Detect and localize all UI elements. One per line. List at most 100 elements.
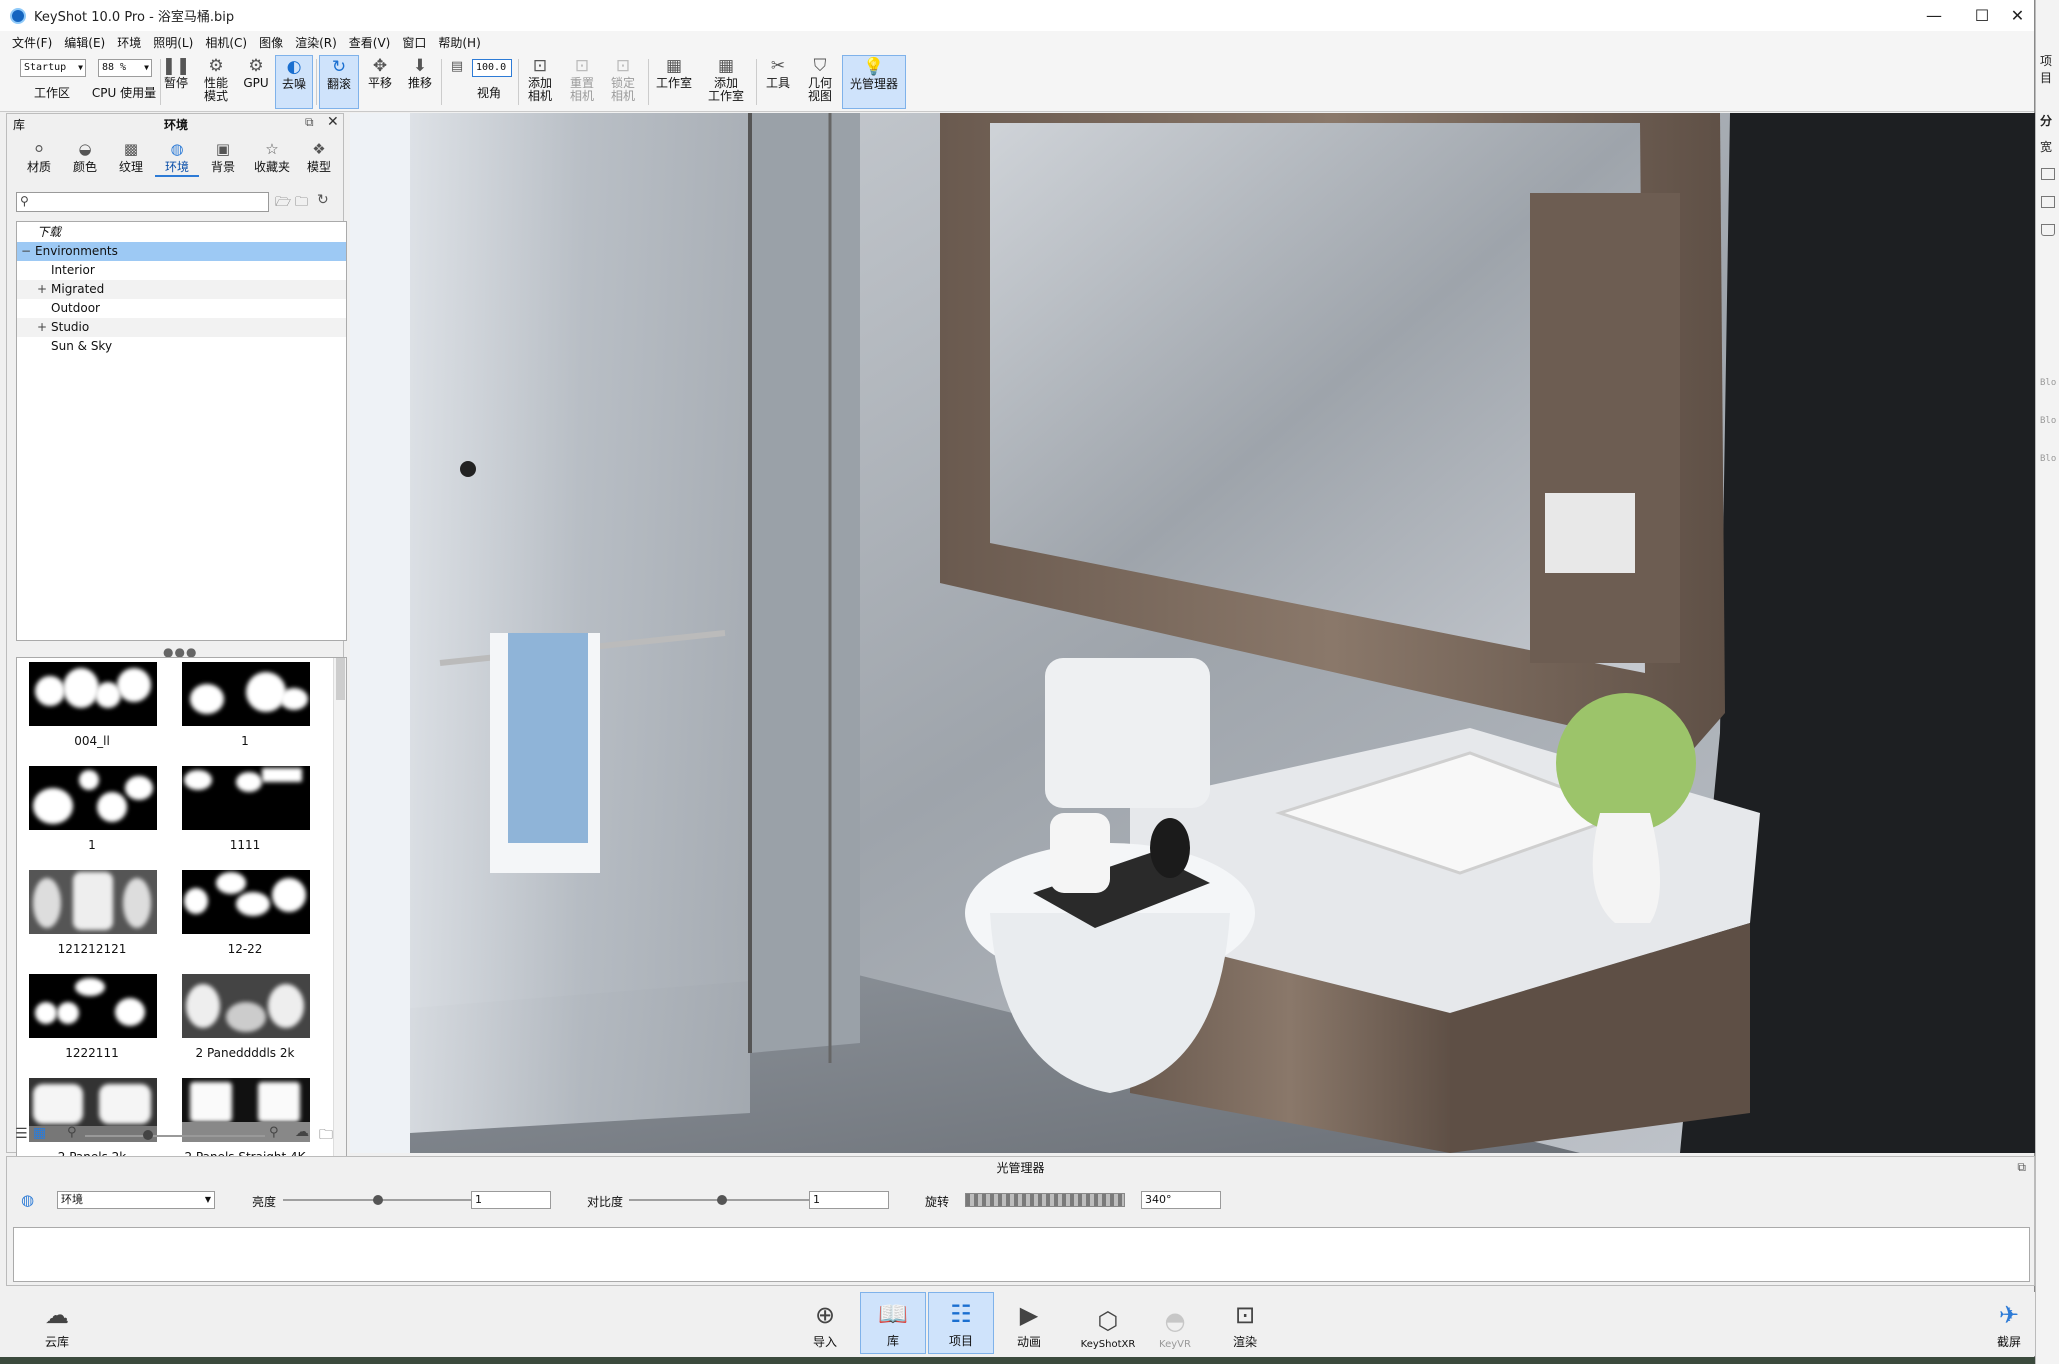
expand-icon[interactable]: + [37,280,47,299]
reset-camera-button[interactable]: ⊡ 重置 相机 [562,55,602,109]
dolly-button[interactable]: ⬇ 推移 [402,55,438,109]
zoom-in-icon[interactable]: ⚲ [269,1125,279,1140]
side-copy-icon[interactable] [2041,196,2055,208]
tools-button[interactable]: ✂ 工具 [760,55,796,109]
project-button[interactable]: ☷ 项目 [928,1292,994,1354]
env-thumbnail[interactable] [29,974,157,1038]
zoom-out-icon[interactable]: ⚲ [67,1125,77,1140]
tab-models[interactable]: ❖ 模型 [297,140,341,175]
folder-icon[interactable]: 🗀 [319,1124,333,1148]
geometry-view-button[interactable]: ⛉ 几何 视图 [800,55,840,109]
screenshot-button[interactable]: ✈ 截屏 [1984,1292,2034,1354]
keyvr-button[interactable]: ◓ KeyVR [1142,1292,1208,1354]
tab-backgrounds[interactable]: ▣ 背景 [201,140,245,175]
tree-item-migrated[interactable]: + Migrated [17,280,346,299]
env-thumbnail[interactable] [29,662,157,726]
list-view-icon[interactable]: ☰ [15,1126,28,1142]
env-thumbnail[interactable] [182,766,310,830]
tree-item-outdoor[interactable]: Outdoor [17,299,346,318]
workspace-combo[interactable]: Startup ▼ [20,59,86,77]
materials-icon: ⚪ [32,140,46,158]
collapse-icon[interactable]: − [21,242,31,261]
rotation-wheel[interactable] [965,1193,1125,1207]
tumble-button[interactable]: ↻ 翻滚 [319,55,359,109]
tab-colors[interactable]: ◒ 颜色 [63,140,107,175]
refresh-icon[interactable]: ↻ [317,192,329,208]
trash-icon[interactable] [2041,224,2055,236]
star-icon: ☆ [265,140,279,158]
close-panel-icon[interactable]: ✕ [327,114,339,130]
light-manager-button[interactable]: 💡 光管理器 [842,55,906,109]
cloud-library-button[interactable]: ☁ 云库 [24,1292,90,1354]
tab-environments[interactable]: ◍ 环境 [155,140,199,177]
menu-lighting[interactable]: 照明(L) [147,34,199,51]
contrast-input[interactable]: 1 [809,1191,889,1209]
add-camera-button[interactable]: ⊡ 添加 相机 [520,55,560,109]
tab-textures[interactable]: ▩ 纹理 [109,140,153,175]
cpu-usage-button[interactable]: CPU 使用量 [90,87,158,107]
textures-icon: ▩ [123,140,139,158]
models-icon: ❖ [312,140,326,158]
pan-button[interactable]: ✥ 平移 [362,55,398,109]
tree-item-environments[interactable]: − Environments [17,242,346,261]
denoise-button[interactable]: ◐ 去噪 [275,55,313,109]
import-button[interactable]: ⊕ 导入 [792,1292,858,1354]
thumbnail-size-slider[interactable] [85,1135,265,1137]
slider-knob[interactable] [143,1130,153,1140]
brightness-input[interactable]: 1 [471,1191,551,1209]
tab-materials[interactable]: ⚪ 材质 [17,140,61,175]
side-image-icon[interactable] [2041,168,2055,180]
tree-item-studio[interactable]: + Studio [17,318,346,337]
zoom-combo[interactable]: 88 % ▼ [98,59,152,77]
performance-mode-button[interactable]: ⚙ 性能 模式 [196,55,236,109]
studio-button[interactable]: ▦ 工作室 [652,55,696,109]
rotation-input[interactable]: 340° [1141,1191,1221,1209]
env-thumbnail[interactable] [29,870,157,934]
brightness-slider-knob[interactable] [373,1195,383,1205]
float-panel-icon[interactable]: ⧉ [305,115,314,130]
menu-view[interactable]: 查看(V) [343,34,397,51]
menu-edit[interactable]: 编辑(E) [58,34,111,51]
render-button[interactable]: ⊡ 渲染 [1212,1292,1278,1354]
menu-render[interactable]: 渲染(R) [289,34,343,51]
menu-file[interactable]: 文件(F) [6,34,58,51]
library-search-input[interactable]: ⚲ [16,192,269,212]
animation-button[interactable]: ▶ 动画 [996,1292,1062,1354]
add-studio-button[interactable]: ▦ 添加 工作室 [700,55,752,109]
minimize-button[interactable]: — [1908,0,1960,31]
lock-camera-button[interactable]: ⊡ 锁定 相机 [603,55,643,109]
env-thumbnail[interactable] [182,974,310,1038]
gpu-button[interactable]: ⚙ GPU [240,55,272,109]
env-thumbnail[interactable] [182,662,310,726]
keyshotxr-button[interactable]: ⬡ KeyShotXR [1070,1292,1146,1354]
tree-item-sun-sky[interactable]: Sun & Sky [17,337,346,356]
render-viewport[interactable] [350,113,2035,1153]
environment-select[interactable]: 环境 ▼ [57,1191,215,1209]
library-button[interactable]: 📖 库 [860,1292,926,1354]
tree-item-interior[interactable]: Interior [17,261,346,280]
tree-item-download[interactable]: 下载 [17,223,346,242]
folder-add-icon[interactable]: 🗀 [295,193,308,215]
menu-help[interactable]: 帮助(H) [432,34,486,51]
menu-camera[interactable]: 相机(C) [199,34,253,51]
tumble-icon: ↻ [331,56,347,77]
menu-window[interactable]: 窗口 [396,34,432,51]
expand-icon[interactable]: + [37,318,47,337]
chevron-down-icon: ▼ [144,63,149,72]
cloud-download-icon[interactable]: ☁ [295,1124,309,1140]
menu-environment[interactable]: 环境 [111,34,147,51]
scrollbar-thumb[interactable] [336,658,345,700]
grid-view-icon[interactable]: ▦ [33,1125,46,1141]
env-thumbnail[interactable] [182,870,310,934]
pause-button[interactable]: ❚❚ 暂停 [160,55,192,109]
float-panel-icon[interactable]: ⧉ [2017,1160,2026,1175]
folder-open-icon[interactable]: 🗁 [275,193,291,215]
contrast-slider-knob[interactable] [717,1195,727,1205]
close-button[interactable]: ✕ [2000,0,2035,31]
background-window: 项目 分 宽 Blo Blo Blo [2035,0,2059,1364]
menu-image[interactable]: 图像 [253,34,289,51]
env-thumbnail[interactable] [29,766,157,830]
light-manager-controls: ◍ 环境 ▼ 亮度 1 对比度 1 旋转 340° [7,1189,2034,1211]
tab-favorites[interactable]: ☆ 收藏夹 [247,140,297,175]
fov-input[interactable]: 100.0 [472,59,512,77]
